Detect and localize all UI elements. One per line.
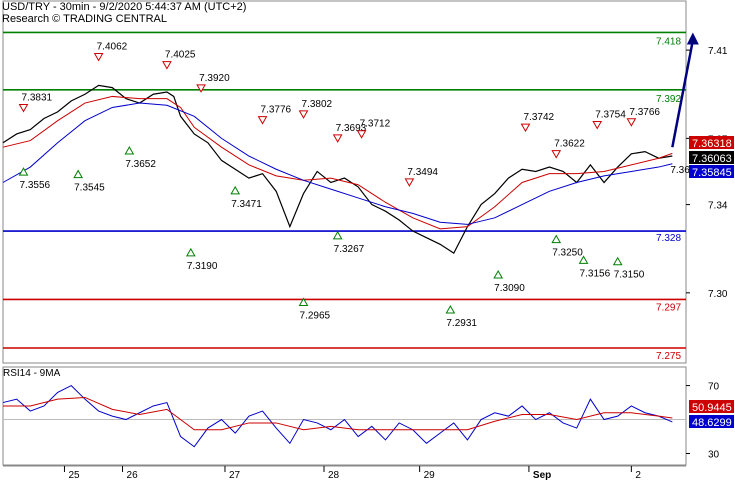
swing-low-label: 7.3267 bbox=[334, 244, 365, 255]
projection-arrow-head bbox=[686, 32, 699, 45]
swing-high-marker bbox=[298, 110, 309, 119]
level-label: 7.328 bbox=[656, 233, 681, 244]
rsi-panel-frame bbox=[2, 366, 687, 466]
swing-high-label: 7.3712 bbox=[360, 119, 391, 130]
price-panel-frame bbox=[2, 0, 687, 364]
moving-average-line bbox=[2, 95, 673, 230]
chart-source: Research © TRADING CENTRAL bbox=[2, 13, 167, 25]
rsi-line bbox=[2, 384, 673, 448]
swing-high-label: 7.3766 bbox=[629, 107, 660, 118]
price-tag-label: 7.36063 bbox=[692, 153, 732, 165]
swing-low-label: 7.3545 bbox=[74, 183, 105, 194]
swing-high-label: 7.3802 bbox=[302, 99, 333, 110]
rsi-tick-label: 70 bbox=[708, 382, 720, 393]
time-tick-label: 27 bbox=[229, 470, 241, 480]
price-tick-label: 7.41 bbox=[708, 46, 728, 57]
swing-high-marker bbox=[404, 178, 415, 187]
swing-low-label: 7.2931 bbox=[446, 318, 477, 329]
chart-title: USD/TRY - 30min - 9/2/2020 5:44:37 AM (U… bbox=[2, 1, 247, 13]
swing-high-label: 7.3742 bbox=[523, 112, 554, 123]
level-label: 7.297 bbox=[656, 302, 681, 313]
swing-high-marker bbox=[332, 134, 343, 143]
swing-high-marker bbox=[520, 123, 531, 133]
level-label: 7.418 bbox=[656, 36, 681, 47]
swing-high-marker bbox=[551, 150, 562, 159]
swing-high-marker bbox=[162, 61, 172, 70]
swing-low-marker bbox=[551, 234, 562, 244]
time-tick-label: 29 bbox=[424, 470, 436, 480]
rsi-title: RSI14 - 9MA bbox=[3, 368, 61, 379]
swing-high-label: 7.3494 bbox=[407, 167, 438, 178]
moving-average-line bbox=[2, 102, 673, 225]
swing-low-label: 7.3150 bbox=[614, 270, 645, 281]
swing-low-marker bbox=[185, 247, 196, 257]
swing-high-marker bbox=[626, 118, 637, 127]
swing-high-label: 7.3920 bbox=[199, 73, 230, 84]
swing-high-label: 7.3754 bbox=[595, 109, 626, 120]
rsi-tag-label: 50.9445 bbox=[692, 402, 732, 414]
price-tag-label: 7.35845 bbox=[692, 167, 732, 179]
rsi-tag-label: 48.6299 bbox=[692, 417, 732, 429]
swing-high-marker bbox=[196, 84, 206, 93]
swing-high-marker bbox=[257, 116, 268, 125]
price-tick-label: 7.34 bbox=[708, 201, 728, 212]
swing-high-label: 7.4025 bbox=[165, 50, 196, 61]
swing-low-label: 7.3556 bbox=[19, 180, 50, 191]
swing-high-marker bbox=[18, 103, 29, 113]
price-series-line bbox=[2, 84, 673, 254]
swing-low-label: 7.3156 bbox=[580, 268, 611, 279]
swing-low-marker bbox=[230, 185, 241, 195]
swing-low-label: 7.2965 bbox=[300, 311, 331, 322]
swing-low-label: 7.3250 bbox=[552, 248, 583, 259]
time-tick-label: 2 bbox=[635, 470, 641, 480]
time-tick-label: 28 bbox=[328, 470, 340, 480]
time-tick-label: 25 bbox=[68, 470, 80, 480]
swing-low-label: 7.3090 bbox=[494, 283, 525, 294]
swing-low-marker bbox=[332, 230, 343, 240]
swing-high-label: 7.3831 bbox=[21, 92, 52, 103]
swing-low-label: 7.3471 bbox=[231, 199, 262, 210]
swing-low-marker bbox=[493, 269, 504, 279]
price-tick-label: 7.30 bbox=[708, 289, 728, 300]
swing-low-marker bbox=[73, 169, 83, 179]
swing-high-marker bbox=[592, 120, 603, 130]
level-label: 7.275 bbox=[656, 351, 681, 362]
swing-high-label: 7.3776 bbox=[261, 105, 292, 116]
swing-low-marker bbox=[612, 256, 623, 266]
swing-low-marker bbox=[124, 145, 135, 155]
chart-canvas: 7.417.377.347.307.4187.3927.3287.2977.27… bbox=[2, 0, 734, 480]
swing-low-label: 7.3190 bbox=[187, 261, 218, 272]
swing-high-marker bbox=[93, 52, 104, 62]
level-label: 7.392 bbox=[656, 94, 681, 105]
swing-high-label: 7.3622 bbox=[554, 139, 585, 150]
swing-low-label: 7.3652 bbox=[125, 159, 156, 170]
time-tick-label: Sep bbox=[533, 470, 551, 480]
time-tick-label: 26 bbox=[127, 470, 139, 480]
swing-high-label: 7.4062 bbox=[97, 41, 128, 52]
swing-high-marker bbox=[356, 130, 367, 139]
swing-low-marker bbox=[445, 305, 456, 314]
rsi-tick-label: 30 bbox=[708, 450, 720, 461]
price-tag-label: 7.36318 bbox=[692, 138, 732, 150]
